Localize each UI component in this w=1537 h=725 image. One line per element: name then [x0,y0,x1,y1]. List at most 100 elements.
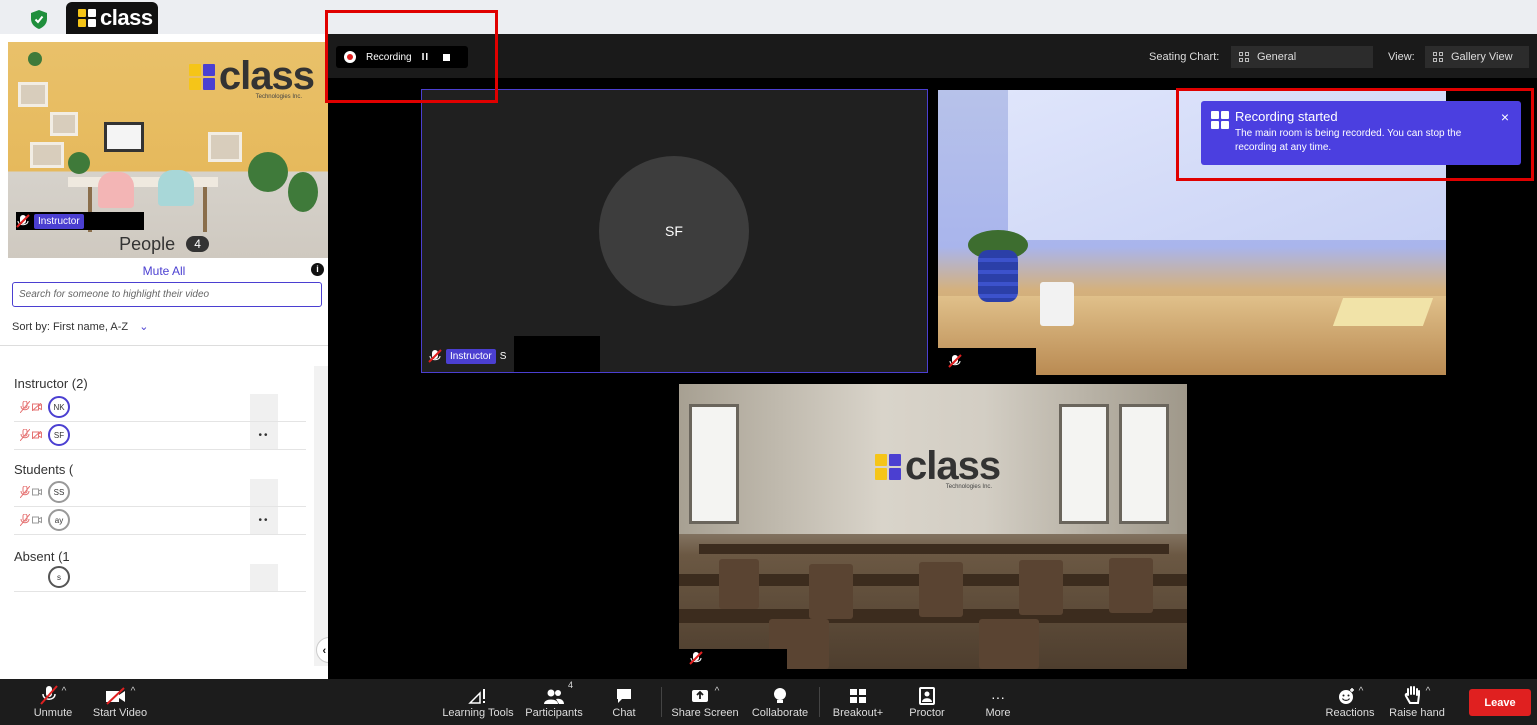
info-icon[interactable]: i [311,263,324,276]
group-students: Students ( [14,462,74,477]
start-video-button[interactable]: ^ Start Video [90,683,150,719]
view-label: View: [1388,51,1415,63]
highlight-box [325,10,498,103]
participants-button[interactable]: 4 Participants [522,680,586,719]
proctor-button[interactable]: Proctor [902,683,952,719]
mic-muted-icon [39,685,58,705]
participants-count-badge: 4 [568,680,574,690]
class-logo-icon [78,9,96,27]
chevron-up-icon[interactable]: ^ [715,686,720,697]
unmute-button[interactable]: ^ Unmute [28,683,78,719]
group-instructor: Instructor (2) [14,376,88,391]
chevron-up-icon[interactable]: ^ [1426,686,1431,697]
chevron-up-icon[interactable]: ^ [1359,686,1364,697]
mute-all-link[interactable]: Mute All [0,264,328,278]
learning-tools-icon [468,689,485,704]
avatar: SF [599,156,749,306]
mic-muted-icon [428,349,442,363]
grid-icon [1433,52,1443,62]
view-select[interactable]: Gallery View [1425,46,1529,68]
leave-button[interactable]: Leave [1469,689,1531,716]
reactions-button[interactable]: ^ Reactions [1322,683,1378,719]
more-button[interactable]: ··· More [978,683,1018,719]
participant-row[interactable]: ay •• [14,507,308,535]
camera-off-icon [32,431,42,439]
class-logo: class Technologies Inc. [188,54,315,100]
video-tile-sf[interactable]: SF Instructor S [421,89,928,373]
avatar: ay [48,509,70,531]
mic-muted-icon [948,354,962,368]
proctor-icon [919,687,935,705]
chevron-down-icon: ⌄ [139,321,149,333]
raise-hand-button[interactable]: ^ Raise hand [1386,683,1448,719]
browser-tab-bar: class [0,0,1537,34]
people-heading: People 4 [0,234,328,255]
scrollbar[interactable] [314,366,328,666]
seating-chart-label: Seating Chart: [1149,51,1220,63]
instructor-badge: Instructor [446,348,496,364]
camera-off-icon [32,403,42,411]
participant-row[interactable]: NK [14,394,308,422]
share-screen-button[interactable]: ^ Share Screen [668,683,742,719]
learning-tools-button[interactable]: Learning Tools [440,683,516,719]
camera-off-icon [105,687,125,705]
participant-options-button[interactable] [250,564,278,591]
share-screen-icon [691,690,708,702]
lightbulb-icon [774,688,786,703]
mic-muted-icon [689,651,703,665]
mic-muted-icon [20,429,30,441]
camera-icon [32,488,42,496]
meeting-stage: Recording II Seating Chart: General View… [328,34,1537,679]
class-logo-icon [875,453,901,480]
class-logo: class Technologies Inc. [875,444,1001,490]
chevron-up-icon[interactable]: ^ [131,686,136,697]
people-count-badge: 4 [186,236,209,252]
divider [0,345,328,346]
participant-row[interactable]: s [14,564,308,592]
participant-row[interactable]: SF •• [14,422,308,450]
search-input[interactable] [12,282,322,307]
mic-muted-icon [16,214,30,228]
tab-label: class [100,5,153,30]
instructor-name-tag: Instructor [16,212,144,230]
people-sidebar: class Technologies Inc. Instructor Peopl… [0,34,328,679]
collaborate-button[interactable]: Collaborate [750,683,810,719]
avatar: SF [48,424,70,446]
chevron-up-icon[interactable]: ^ [62,686,67,697]
class-logo-icon [188,63,215,90]
mic-muted-icon [20,401,30,413]
sort-dropdown[interactable]: Sort by: First name, A-Z ⌄ [12,320,148,333]
video-tile-classroom[interactable]: class Technologies Inc. [679,384,1187,669]
chat-button[interactable]: Chat [604,683,644,719]
avatar: s [48,566,70,588]
participant-options-button[interactable]: •• [250,422,278,449]
participant-name: S [499,350,507,362]
participant-options-button[interactable] [250,479,278,506]
participant-options-button[interactable]: •• [250,507,278,534]
breakout-icon [850,689,866,703]
participant-row[interactable]: SS [14,479,308,507]
highlight-box [1176,88,1534,181]
mic-muted-icon [20,514,30,526]
emoji-icon [1338,688,1354,704]
participant-name-tag: Instructor S [428,342,506,370]
instructor-video-tile[interactable]: class Technologies Inc. Instructor [8,42,328,258]
participants-icon [544,689,564,704]
seating-chart-select[interactable]: General [1231,46,1373,68]
camera-icon [32,516,42,524]
stage-top-bar: Recording II Seating Chart: General View… [328,34,1537,78]
avatar: SS [48,481,70,503]
participant-options-button[interactable] [250,394,278,421]
more-icon: ··· [991,689,1005,705]
breakout-button[interactable]: Breakout+ [826,683,890,719]
shield-icon[interactable] [22,6,56,32]
avatar: NK [48,396,70,418]
mic-muted-icon [20,486,30,498]
instructor-badge: Instructor [34,213,84,229]
class-tab[interactable]: class [66,2,158,34]
group-absent: Absent (1 [14,549,70,564]
hand-icon [1404,686,1420,704]
meeting-toolbar: ^ Unmute ^ Start Video Learning Tools 4 … [0,679,1537,725]
chat-icon [617,689,631,703]
grid-icon [1239,52,1249,62]
